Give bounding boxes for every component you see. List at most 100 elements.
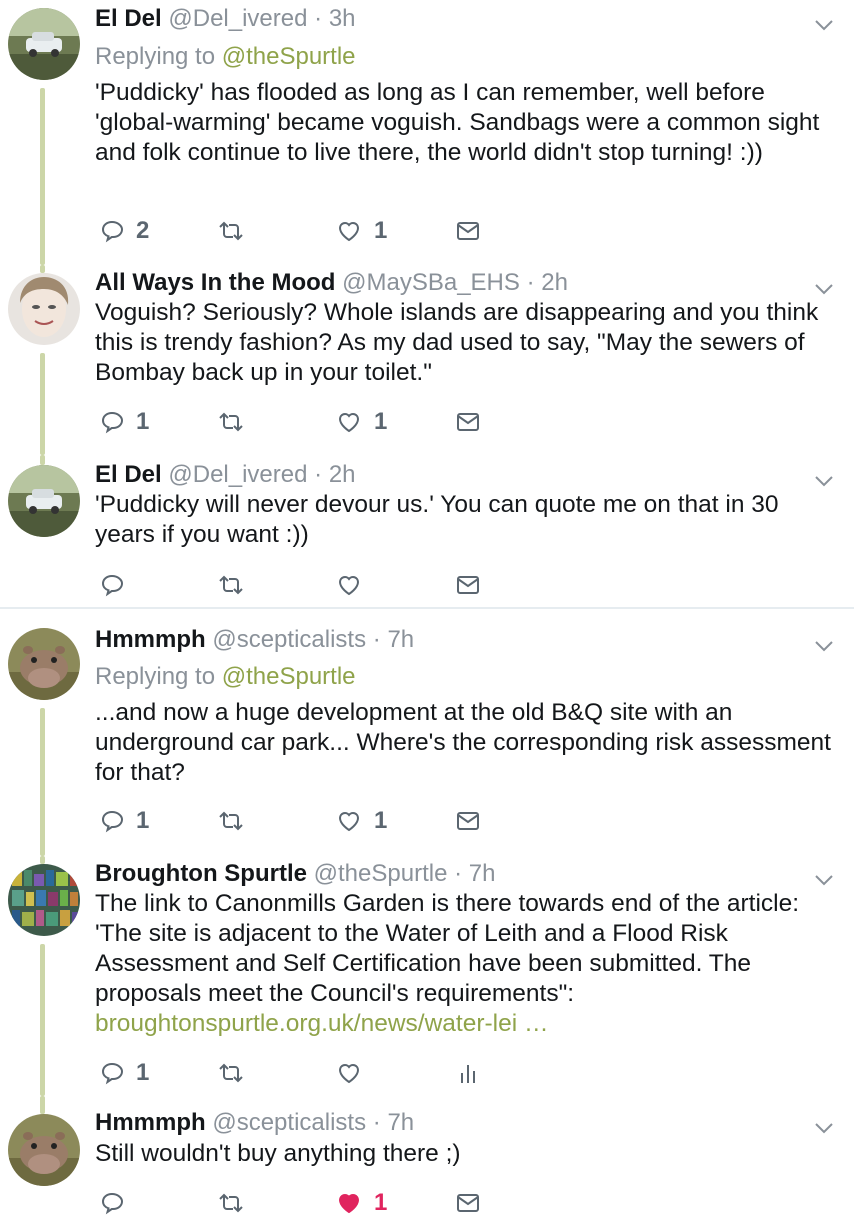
handle[interactable]: @Del_ivered — [168, 5, 307, 32]
retweet-button[interactable] — [217, 214, 257, 248]
reply-icon — [101, 1062, 124, 1085]
reply-button[interactable]: 1 — [100, 804, 149, 838]
mention-link[interactable]: @theSpurtle — [222, 43, 356, 70]
analytics-icon — [461, 1065, 475, 1083]
tweet[interactable]: Broughton Spurtle @theSpurtle · 7h The l… — [0, 856, 854, 1096]
heart-icon — [338, 1064, 360, 1084]
timestamp[interactable]: 2h — [541, 269, 568, 296]
like-count: 1 — [374, 217, 388, 244]
avatar[interactable] — [8, 628, 80, 700]
like-count: 1 — [374, 1189, 388, 1216]
display-name[interactable]: Hmmmph — [95, 626, 206, 653]
like-button[interactable]: 1 — [336, 405, 387, 439]
avatar[interactable] — [8, 273, 80, 345]
dm-button[interactable] — [456, 568, 480, 602]
envelope-icon — [457, 1194, 479, 1212]
reply-icon — [101, 574, 124, 597]
tweet-actions: 1 — [0, 1056, 854, 1090]
reply-icon — [101, 411, 124, 434]
tweet-actions: 1 — [0, 1186, 854, 1220]
chevron-down-icon[interactable] — [812, 13, 836, 37]
tweet-text: Still wouldn't buy anything there ;) — [95, 1140, 461, 1167]
tweet-text-content: The link to Canonmills Garden is there t… — [95, 890, 800, 1007]
separator: · — [314, 5, 323, 32]
tweet-header: El Del @Del_ivered · 2h — [95, 460, 356, 490]
retweet-button[interactable] — [217, 1186, 257, 1220]
separator: · — [314, 461, 323, 488]
dm-button[interactable] — [456, 214, 480, 248]
like-button[interactable] — [336, 1056, 374, 1090]
separator: · — [372, 626, 381, 653]
timestamp[interactable]: 7h — [387, 1109, 414, 1136]
tweet[interactable]: El Del @Del_ivered · 3h Replying to @the… — [0, 0, 854, 265]
handle[interactable]: @MaySBa_EHS — [342, 269, 520, 296]
dm-button[interactable] — [456, 804, 480, 838]
chevron-down-icon[interactable] — [812, 1116, 836, 1140]
display-name[interactable]: Hmmmph — [95, 1109, 206, 1136]
reply-button[interactable]: 2 — [100, 214, 149, 248]
thread-line — [40, 1096, 45, 1114]
handle[interactable]: @scepticalists — [212, 1109, 366, 1136]
separator: · — [526, 269, 535, 296]
retweet-button[interactable] — [217, 804, 257, 838]
avatar[interactable] — [8, 465, 80, 537]
tweet-text: The link to Canonmills Garden is there t… — [95, 889, 845, 1039]
tweet-text: 'Puddicky will never devour us.' You can… — [95, 491, 779, 548]
reply-count: 2 — [136, 217, 150, 244]
avatar[interactable] — [8, 1114, 80, 1186]
tweet[interactable]: El Del @Del_ivered · 2h 'Puddicky will n… — [0, 455, 854, 605]
reply-button[interactable] — [100, 1186, 136, 1220]
tweet[interactable]: Hmmmph @scepticalists · 7h Replying to @… — [0, 620, 854, 856]
article-link[interactable]: broughtonspurtle.org.uk/news/water-lei … — [95, 1010, 548, 1037]
timestamp[interactable]: 7h — [387, 626, 414, 653]
like-button[interactable] — [336, 568, 374, 602]
reply-icon — [101, 1192, 124, 1215]
timestamp[interactable]: 2h — [329, 461, 356, 488]
reply-button[interactable] — [100, 568, 136, 602]
tweet-text: Voguish? Seriously? Whole islands are di… — [95, 299, 819, 386]
heart-icon — [338, 413, 360, 433]
like-count: 1 — [374, 807, 388, 834]
like-button[interactable]: 1 — [336, 214, 387, 248]
retweet-button[interactable] — [217, 405, 257, 439]
chevron-down-icon[interactable] — [812, 634, 836, 658]
tweet[interactable]: Hmmmph @scepticalists · 7h Still wouldn'… — [0, 1096, 854, 1226]
timestamp[interactable]: 3h — [329, 5, 356, 32]
display-name[interactable]: Broughton Spurtle — [95, 860, 307, 887]
handle[interactable]: @scepticalists — [212, 626, 366, 653]
handle[interactable]: @theSpurtle — [314, 860, 448, 887]
display-name[interactable]: El Del — [95, 461, 162, 488]
handle[interactable]: @Del_ivered — [168, 461, 307, 488]
envelope-icon — [457, 576, 479, 594]
tweet-header: All Ways In the Mood @MaySBa_EHS · 2h — [95, 268, 568, 298]
retweet-button[interactable] — [217, 1056, 257, 1090]
like-button[interactable]: 1 — [336, 804, 387, 838]
reply-count: 1 — [136, 408, 150, 435]
heart-icon — [338, 812, 360, 832]
thread-line — [40, 353, 45, 455]
analytics-button[interactable] — [456, 1056, 480, 1090]
tweet-text: 'Puddicky' has flooded as long as I can … — [95, 79, 820, 166]
retweet-icon — [219, 221, 243, 241]
tweet-header: Broughton Spurtle @theSpurtle · 7h — [95, 859, 495, 889]
display-name[interactable]: El Del — [95, 5, 162, 32]
like-button[interactable]: 1 — [336, 1186, 387, 1220]
display-name[interactable]: All Ways In the Mood — [95, 269, 335, 296]
reply-button[interactable]: 1 — [100, 405, 149, 439]
retweet-button[interactable] — [217, 568, 257, 602]
tweet[interactable]: All Ways In the Mood @MaySBa_EHS · 2h Vo… — [0, 265, 854, 455]
mention-link[interactable]: @theSpurtle — [222, 663, 356, 690]
replying-prefix: Replying to — [95, 663, 216, 690]
dm-button[interactable] — [456, 1186, 480, 1220]
separator: · — [372, 1109, 381, 1136]
separator: · — [454, 860, 463, 887]
dm-button[interactable] — [456, 405, 480, 439]
replying-to: Replying to @theSpurtle — [95, 662, 356, 692]
avatar[interactable] — [8, 8, 80, 80]
reply-button[interactable]: 1 — [100, 1056, 149, 1090]
thread-line — [40, 265, 45, 273]
timestamp[interactable]: 7h — [469, 860, 496, 887]
avatar[interactable] — [8, 864, 80, 936]
reply-count: 1 — [136, 1059, 150, 1086]
tweet-header: Hmmmph @scepticalists · 7h — [95, 625, 414, 655]
